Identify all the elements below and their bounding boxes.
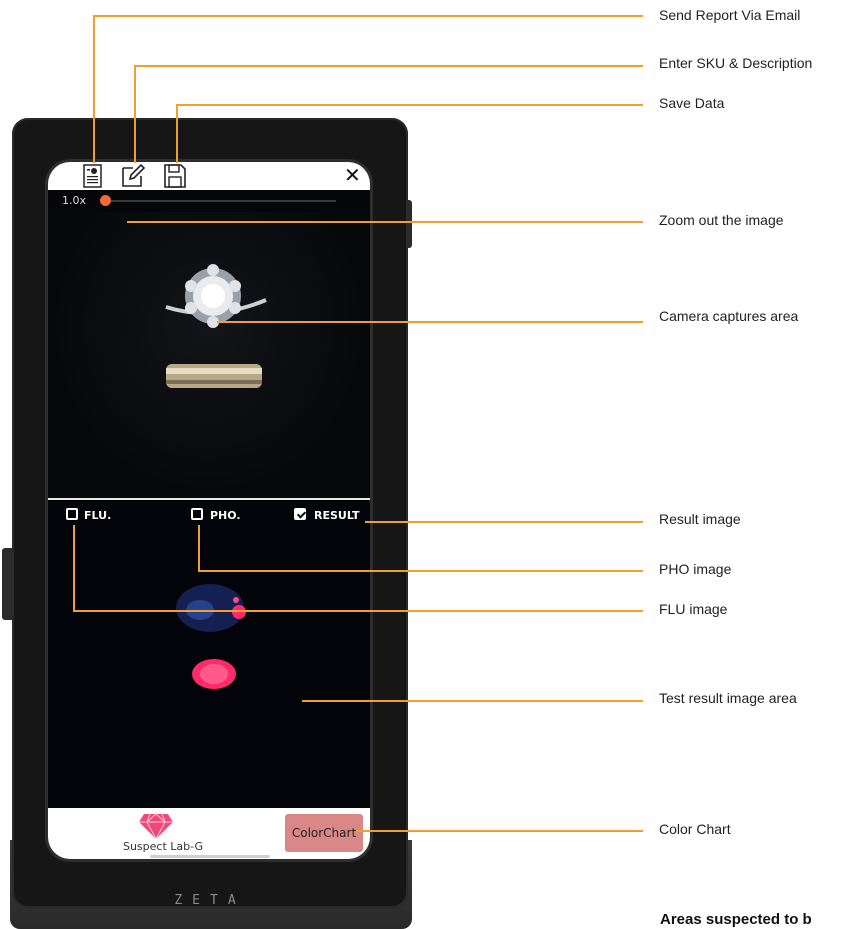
callout-line-send-report-h (93, 15, 643, 17)
callout-pho: PHO image (659, 561, 732, 577)
callout-line-flu-h (73, 610, 643, 612)
callout-flu: FLU image (659, 601, 728, 617)
callout-line-camera (217, 321, 643, 323)
result-checkbox-label: RESULT (314, 509, 360, 522)
callout-line-pho-h (198, 570, 643, 572)
pho-checkbox-label: PHO. (210, 509, 241, 522)
device-side-button (2, 548, 14, 620)
test-result-area: FLU. PHO. RESULT (48, 500, 370, 808)
callout-result: Result image (659, 511, 741, 527)
callout-test-result: Test result image area (659, 690, 797, 706)
pho-checkbox[interactable] (191, 508, 203, 520)
result-image (176, 584, 246, 689)
flu-checkbox[interactable] (66, 508, 78, 520)
edit-icon[interactable] (120, 163, 146, 189)
callout-color-chart: Color Chart (659, 821, 731, 837)
callout-line-flu-v (73, 525, 75, 611)
callout-line-enter-sku-v (134, 65, 136, 163)
zoom-slider-track[interactable] (106, 200, 336, 202)
report-icon[interactable] (80, 163, 106, 189)
app-screen: ✕ 1.0x FLU. PHO. RESULT Suspect Lab-G Co… (48, 162, 370, 859)
callout-line-pho-v (198, 525, 200, 571)
camera-image (165, 264, 267, 388)
result-verdict-label: Suspect Lab-G (122, 840, 204, 853)
callout-line-test-result (302, 700, 643, 702)
callout-zoom: Zoom out the image (659, 212, 784, 228)
device-right-button (406, 200, 412, 248)
zoom-slider-handle[interactable] (100, 195, 111, 206)
diamond-halo (185, 264, 241, 328)
flu-checkbox-label: FLU. (84, 509, 112, 522)
result-checkbox[interactable] (294, 508, 306, 520)
filter-checkbox-row: FLU. PHO. RESULT (48, 506, 370, 526)
callout-line-send-report-v (93, 15, 95, 163)
callout-line-color-chart (356, 830, 643, 832)
callout-line-enter-sku-h (134, 65, 643, 67)
callout-line-zoom (127, 221, 643, 223)
colorchart-button[interactable]: ColorChart (285, 814, 363, 852)
device-brand: ZETA (174, 893, 246, 908)
app-bottom-bar: Suspect Lab-G ColorChart (48, 808, 370, 859)
app-top-bar: ✕ (48, 162, 370, 190)
gem-icon (139, 813, 173, 840)
close-icon[interactable]: ✕ (344, 162, 361, 188)
callout-save-data: Save Data (659, 95, 725, 111)
zoom-level-label: 1.0x (62, 194, 87, 207)
footer-note: Areas suspected to b (660, 911, 812, 928)
home-indicator (150, 855, 270, 858)
callout-line-result (365, 521, 643, 523)
callout-line-save-data-h (176, 104, 643, 106)
callout-send-report: Send Report Via Email (659, 7, 801, 23)
save-icon[interactable] (162, 163, 188, 189)
zoom-slider-row: 1.0x (48, 190, 370, 212)
callout-camera: Camera captures area (659, 308, 799, 324)
camera-capture-area (48, 212, 370, 498)
callout-enter-sku: Enter SKU & Description (659, 55, 813, 71)
callout-line-save-data-v (176, 104, 178, 163)
